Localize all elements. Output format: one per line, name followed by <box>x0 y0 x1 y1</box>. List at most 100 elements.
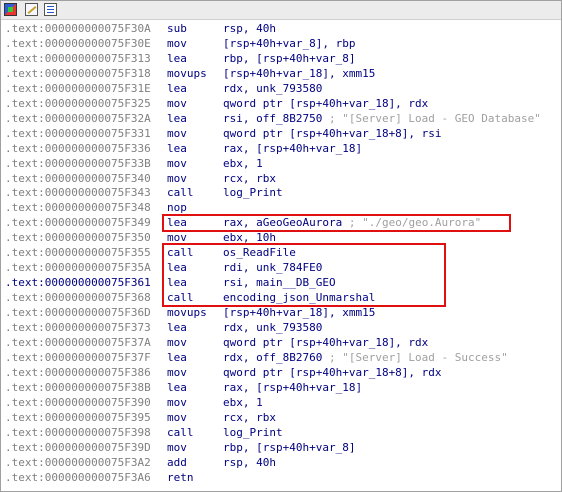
line-address: .text:000000000075F38B <box>5 380 151 394</box>
code-line[interactable]: .text:000000000075F37F lea rdx, off_8B2760… <box>1 350 561 365</box>
code-line[interactable]: .text:000000000075F343 call log_Print <box>1 185 561 200</box>
line-address: .text:000000000075F386 <box>5 365 151 379</box>
operand-text: rcx, rbx <box>223 410 276 424</box>
code-line[interactable]: .text:000000000075F350 mov ebx, 10h <box>1 230 561 245</box>
instruction-operands: ebx, 1 <box>223 156 263 171</box>
operand-text: ebx, 10h <box>223 231 276 245</box>
operand-text: rsi, off_8B2750 <box>223 111 323 125</box>
code-line[interactable]: .text:000000000075F35A lea rdi, unk_784FE0 <box>1 260 561 275</box>
code-line[interactable]: .text:000000000075F348 nop <box>1 200 561 215</box>
instruction-operands: rdx, off_8B2760 ; "[Server] Load - Succe… <box>223 350 508 365</box>
code-line[interactable]: .text:000000000075F355 call os_ReadFile <box>1 245 561 260</box>
code-line[interactable]: .text:000000000075F336 lea rax, [rsp+40h+v… <box>1 141 561 156</box>
instruction-mnemonic: nop <box>167 201 187 215</box>
instruction-operands: qword ptr [rsp+40h+var_18+8], rdx <box>223 365 442 380</box>
instruction-operands: log_Print <box>223 425 283 440</box>
code-line[interactable]: .text:000000000075F386 mov qword ptr [rsp+… <box>1 365 561 380</box>
instruction-mnemonic: mov <box>167 440 187 454</box>
line-address: .text:000000000075F31E <box>5 81 151 95</box>
instruction-operands: [rsp+40h+var_18], xmm15 <box>223 66 375 81</box>
line-address: .text:000000000075F340 <box>5 171 151 185</box>
instruction-mnemonic: mov <box>167 171 187 185</box>
instruction-mnemonic: movups <box>167 306 207 320</box>
instruction-mnemonic: mov <box>167 126 187 140</box>
code-line[interactable]: .text:000000000075F368 call encoding_json_… <box>1 290 561 305</box>
operand-text: rax, aGeoGeoAurora <box>223 216 343 230</box>
code-line[interactable]: .text:000000000075F36D movups [rsp+40h+var… <box>1 305 561 320</box>
line-address: .text:000000000075F30E <box>5 36 151 50</box>
code-line[interactable]: .text:000000000075F37A mov qword ptr [rsp+… <box>1 335 561 350</box>
instruction-operands: [rsp+40h+var_18], xmm15 <box>223 305 375 320</box>
operand-text: rax, [rsp+40h+var_18] <box>223 380 363 394</box>
instruction-mnemonic: lea <box>167 111 187 125</box>
instruction-operands: rdx, unk_793580 <box>223 320 322 335</box>
code-line[interactable]: .text:000000000075F349 lea rax, aGeoGeoAur… <box>1 215 561 230</box>
line-address: .text:000000000075F395 <box>5 410 151 424</box>
settings-icon[interactable] <box>44 3 57 16</box>
graph-view-icon[interactable] <box>4 3 17 16</box>
line-address: .text:000000000075F373 <box>5 321 151 334</box>
instruction-mnemonic: lea <box>167 141 187 155</box>
code-line[interactable]: .text:000000000075F39D mov rbp, [rsp+40h+v… <box>1 440 561 455</box>
code-line[interactable]: .text:000000000075F395 mov rcx, rbx <box>1 410 561 425</box>
code-line[interactable]: .text:000000000075F38B lea rax, [rsp+40h+v… <box>1 380 561 395</box>
code-line[interactable]: .text:000000000075F373 lea rdx, unk_793580 <box>1 320 561 335</box>
instruction-operands: rsi, off_8B2750 ; "[Server] Load - GEO D… <box>223 111 541 126</box>
code-line[interactable]: .text:000000000075F340 mov rcx, rbx <box>1 171 561 186</box>
code-line[interactable]: .text:000000000075F3A6 retn <box>1 470 561 485</box>
instruction-mnemonic: lea <box>167 380 187 394</box>
line-address: .text:000000000075F350 <box>5 231 151 245</box>
instruction-operands: qword ptr [rsp+40h+var_18+8], rsi <box>223 126 442 141</box>
instruction-operands: [rsp+40h+var_8], rbp <box>223 36 355 51</box>
operand-text: qword ptr [rsp+40h+var_18], rdx <box>223 96 429 110</box>
instruction-operands: rbp, [rsp+40h+var_8] <box>223 440 355 455</box>
line-address: .text:000000000075F37F <box>5 350 151 364</box>
instruction-mnemonic: movups <box>167 66 207 80</box>
code-line[interactable]: .text:000000000075F30E mov [rsp+40h+var_8]… <box>1 36 561 51</box>
code-line[interactable]: .text:000000000075F30A sub rsp, 40h <box>1 21 561 36</box>
code-line[interactable]: .text:000000000075F390 mov ebx, 1 <box>1 395 561 410</box>
code-line[interactable]: .text:000000000075F31E lea rdx, unk_793580 <box>1 81 561 96</box>
instruction-mnemonic: call <box>167 246 194 260</box>
operand-text: [rsp+40h+var_18], xmm15 <box>223 306 376 320</box>
instruction-operands: encoding_json_Unmarshal <box>223 290 375 305</box>
line-address: .text:000000000075F349 <box>5 216 151 230</box>
instruction-mnemonic: lea <box>167 51 187 65</box>
operand-text: log_Print <box>223 186 283 200</box>
code-line[interactable]: .text:000000000075F3A2 add rsp, 40h <box>1 455 561 470</box>
disassembly-window: .text:000000000075F30A sub rsp, 40h .text:0… <box>0 0 562 492</box>
line-address: .text:000000000075F3A6 <box>5 470 151 484</box>
line-address: .text:000000000075F348 <box>5 201 151 215</box>
disassembly-listing[interactable]: .text:000000000075F30A sub rsp, 40h .text:0… <box>1 20 561 491</box>
line-address: .text:000000000075F368 <box>5 291 151 305</box>
operand-text: rbp, [rsp+40h+var_8] <box>223 440 356 454</box>
instruction-mnemonic: lea <box>167 350 187 364</box>
edit-icon[interactable] <box>25 3 38 16</box>
line-address: .text:000000000075F398 <box>5 425 151 439</box>
line-address: .text:000000000075F37A <box>5 335 151 349</box>
toolbar <box>1 1 561 20</box>
operand-text: rdi, unk_784FE0 <box>223 261 323 275</box>
operand-text: rbp, [rsp+40h+var_8] <box>223 51 356 65</box>
code-line[interactable]: .text:000000000075F313 lea rbp, [rsp+40h+v… <box>1 51 561 66</box>
code-line[interactable]: .text:000000000075F32A lea rsi, off_8B2750… <box>1 111 561 126</box>
code-line[interactable]: .text:000000000075F33B mov ebx, 1 <box>1 156 561 171</box>
instruction-mnemonic: mov <box>167 231 187 245</box>
operand-text: rcx, rbx <box>223 171 276 185</box>
instruction-operands: os_ReadFile <box>223 245 296 260</box>
code-line[interactable]: .text:000000000075F331 mov qword ptr [rsp+… <box>1 126 561 141</box>
operand-text: [rsp+40h+var_18], xmm15 <box>223 66 376 80</box>
instruction-operands: rax, [rsp+40h+var_18] <box>223 380 362 395</box>
operand-text: os_ReadFile <box>223 246 296 260</box>
operand-text: ebx, 1 <box>223 395 263 409</box>
code-line[interactable]: .text:000000000075F318 movups [rsp+40h+var… <box>1 66 561 81</box>
instruction-operands: rsi, main__DB_GEO <box>223 275 336 290</box>
operand-text: rax, [rsp+40h+var_18] <box>223 141 363 155</box>
instruction-operands: rax, aGeoGeoAurora ; "./geo/geo.Aurora" <box>223 215 481 230</box>
instruction-operands: rcx, rbx <box>223 171 276 186</box>
instruction-operands: ebx, 1 <box>223 395 263 410</box>
code-line[interactable]: .text:000000000075F361 lea rsi, main__DB_G… <box>1 275 561 290</box>
code-line[interactable]: .text:000000000075F398 call log_Print <box>1 425 561 440</box>
code-line[interactable]: .text:000000000075F325 mov qword ptr [rsp+… <box>1 96 561 111</box>
line-address: .text:000000000075F36D <box>5 306 151 320</box>
